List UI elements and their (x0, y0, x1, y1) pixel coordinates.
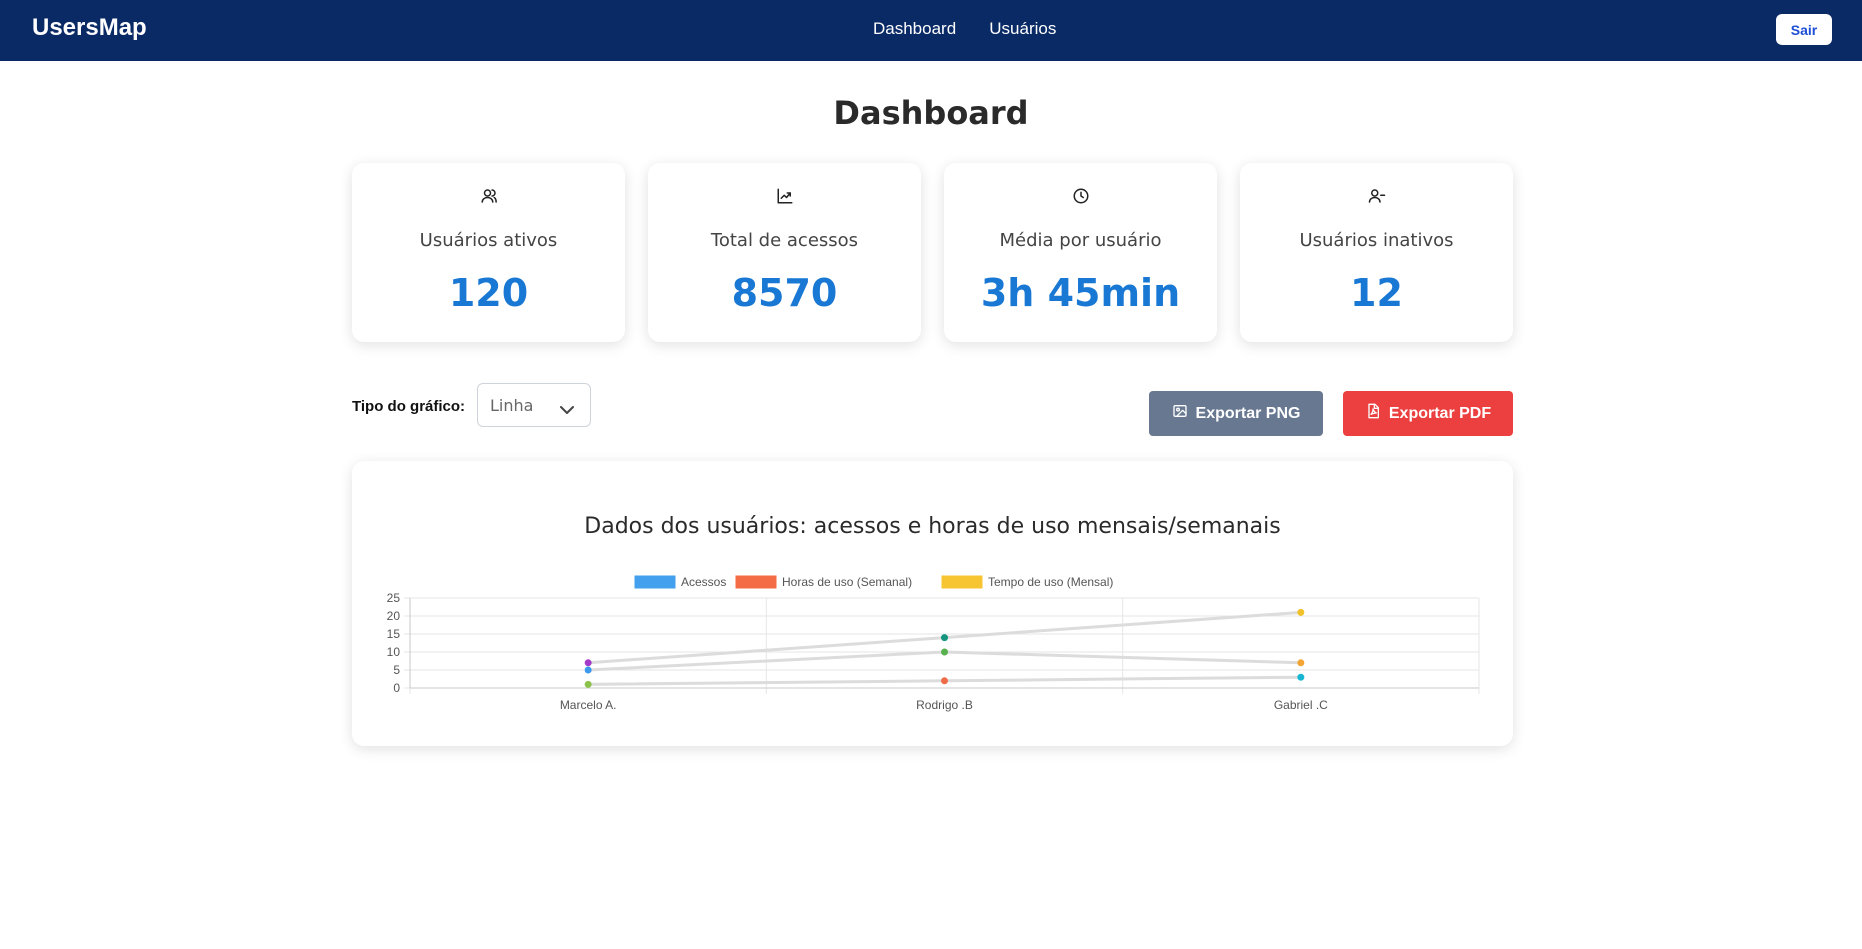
legend-label: Acessos (681, 575, 726, 589)
chart-trend-icon (648, 187, 921, 207)
stat-value: 120 (448, 271, 529, 315)
data-point (941, 634, 948, 642)
stat-card-total-accesses: Total de acessos 8570 (648, 163, 921, 342)
export-png-button[interactable]: Exportar PNG (1149, 391, 1323, 436)
pdf-file-icon (1365, 403, 1381, 424)
image-icon (1172, 403, 1188, 424)
stat-value: 12 (1350, 271, 1403, 315)
export-png-label: Exportar PNG (1195, 404, 1301, 422)
y-tick-label: 20 (387, 609, 401, 623)
chevron-down-icon (560, 400, 574, 419)
legend-swatch (634, 575, 676, 589)
data-point (584, 680, 592, 688)
y-tick-label: 10 (387, 645, 401, 659)
data-point (1297, 673, 1305, 681)
user-minus-icon (1240, 187, 1513, 207)
brand-logo[interactable]: UsersMap (32, 14, 147, 42)
logout-button[interactable]: Sair (1776, 14, 1832, 45)
legend-swatch (735, 575, 777, 589)
page-title: Dashboard (833, 94, 1029, 132)
stat-label: Média por usuário (999, 230, 1162, 251)
x-tick-label: Marcelo A. (560, 698, 617, 712)
legend-swatch (941, 575, 983, 589)
chart-card: Dados dos usuários: acessos e horas de u… (352, 461, 1513, 746)
navbar: UsersMap Dashboard Usuários Sair (0, 0, 1862, 61)
nav-link-usuarios[interactable]: Usuários (989, 19, 1056, 39)
data-point (584, 659, 592, 667)
data-point (1297, 608, 1305, 616)
chart-type-select[interactable]: Linha (477, 383, 591, 427)
stat-label: Total de acessos (710, 230, 859, 251)
legend-label: Horas de uso (Semanal) (782, 575, 912, 589)
export-pdf-label: Exportar PDF (1388, 404, 1492, 422)
clock-icon (944, 187, 1217, 207)
users-icon (352, 187, 625, 207)
y-tick-label: 15 (387, 627, 401, 641)
export-pdf-button[interactable]: Exportar PDF (1343, 391, 1513, 436)
data-point (941, 648, 948, 656)
chart-type-selected: Linha (490, 396, 534, 415)
nav-links: Dashboard Usuários (873, 19, 1084, 39)
y-tick-label: 25 (387, 591, 401, 605)
y-tick-label: 5 (393, 663, 400, 677)
x-tick-label: Rodrigo .B (916, 698, 973, 712)
data-point (941, 677, 948, 685)
stat-label: Usuários inativos (1299, 230, 1454, 251)
stat-value: 8570 (731, 271, 838, 315)
stat-label: Usuários ativos (419, 230, 558, 251)
legend-label: Tempo de uso (Mensal) (988, 575, 1113, 589)
stat-value: 3h 45min (980, 271, 1181, 315)
stat-card-active-users: Usuários ativos 120 (352, 163, 625, 342)
chart-type-label: Tipo do gráfico: (352, 398, 466, 415)
data-point (1297, 659, 1305, 667)
y-tick-label: 0 (393, 681, 400, 695)
x-tick-label: Gabriel .C (1274, 698, 1328, 712)
stat-card-average-per-user: Média por usuário 3h 45min (944, 163, 1217, 342)
data-point (584, 666, 592, 674)
nav-link-dashboard[interactable]: Dashboard (873, 19, 956, 39)
stat-card-inactive-users: Usuários inativos 12 (1240, 163, 1513, 342)
line-chart: Acessos Horas de uso (Semanal) Tempo de us… (387, 575, 1480, 712)
